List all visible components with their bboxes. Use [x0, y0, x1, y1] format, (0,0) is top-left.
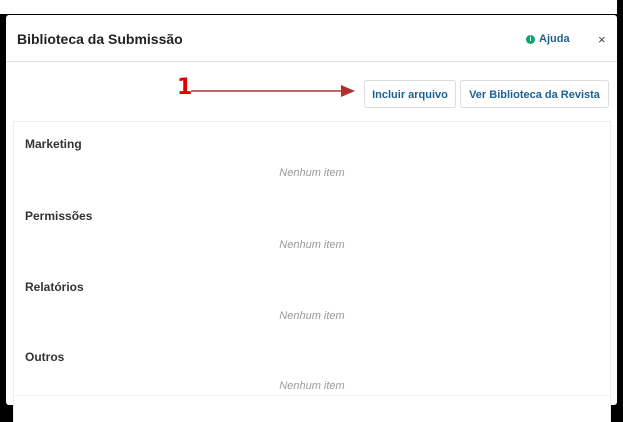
empty-message-reports: Nenhum item	[279, 310, 345, 322]
info-icon: i	[526, 34, 535, 44]
help-label: Ajuda	[539, 33, 570, 45]
annotation-arrow-icon	[191, 85, 355, 97]
section-heading-others: Outros	[25, 350, 65, 364]
frame-border	[617, 0, 623, 399]
annotation-callout: 1	[177, 75, 357, 105]
section-heading-marketing: Marketing	[25, 137, 82, 151]
empty-message-others: Nenhum item	[279, 380, 345, 392]
section-heading-permissions: Permissões	[25, 209, 93, 223]
view-journal-library-button[interactable]: Ver Biblioteca da Revista	[460, 80, 609, 108]
list-bottom-divider	[14, 395, 610, 396]
section-heading-reports: Relatórios	[25, 280, 84, 294]
empty-message-marketing: Nenhum item	[279, 167, 345, 179]
modal-header: Biblioteca da Submissão i Ajuda ×	[6, 15, 617, 62]
submission-library-modal: Biblioteca da Submissão i Ajuda × Inclui…	[6, 15, 617, 422]
upload-file-button[interactable]: Incluir arquivo	[364, 80, 456, 108]
close-button[interactable]: ×	[598, 32, 606, 47]
help-link[interactable]: i Ajuda	[526, 33, 570, 45]
library-file-list: Marketing Nenhum item Permissões Nenhum …	[13, 121, 611, 422]
cropped-caption-strip	[0, 0, 623, 14]
modal-title: Biblioteca da Submissão	[17, 31, 183, 47]
empty-message-permissions: Nenhum item	[279, 239, 345, 251]
